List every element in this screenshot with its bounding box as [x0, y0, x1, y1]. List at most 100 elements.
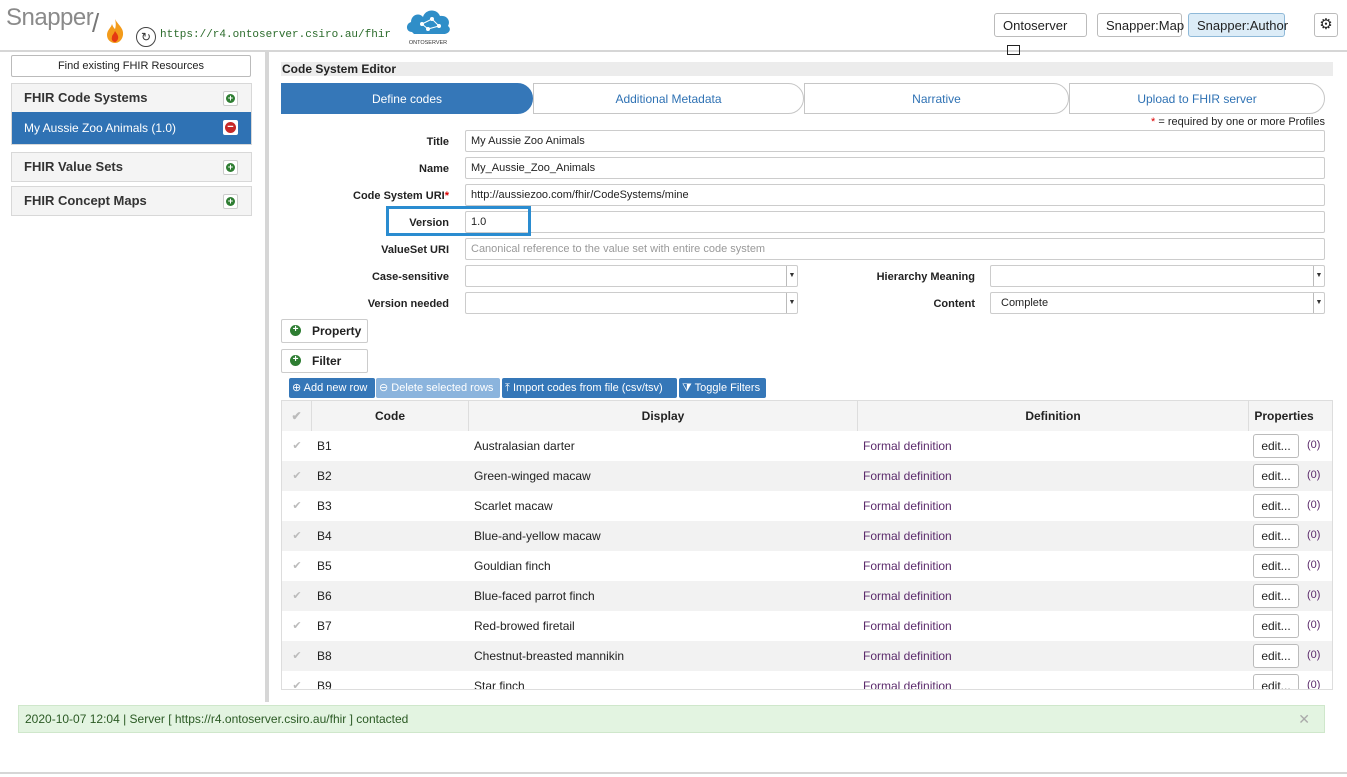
row-checkbox[interactable]: ✔ [282, 521, 312, 551]
table-row[interactable]: ✔ B6 Blue-faced parrot finch Formal definit… [282, 581, 1332, 611]
cell-definition[interactable]: Formal definition [858, 641, 1249, 671]
row-checkbox[interactable]: ✔ [282, 431, 312, 461]
cell-definition[interactable]: Formal definition [858, 671, 1249, 689]
remove-code-system-icon[interactable]: − [223, 120, 238, 135]
edit-properties-button[interactable]: edit... [1253, 434, 1299, 458]
chevron-down-icon: ▼ [1313, 293, 1324, 313]
cell-definition[interactable]: Formal definition [858, 611, 1249, 641]
row-checkbox[interactable]: ✔ [282, 461, 312, 491]
cell-code[interactable]: B8 [312, 641, 469, 671]
sidebar-divider[interactable] [265, 52, 269, 702]
cell-definition[interactable]: Formal definition [858, 461, 1249, 491]
add-value-set-icon[interactable]: + [223, 160, 238, 175]
tab-upload-fhir-server[interactable]: Upload to FHIR server [1069, 83, 1325, 114]
edit-properties-button[interactable]: edit... [1253, 614, 1299, 638]
edit-properties-button[interactable]: edit... [1253, 524, 1299, 548]
table-row[interactable]: ✔ B1 Australasian darter Formal definition e… [282, 431, 1332, 461]
tab-define-codes[interactable]: Define codes [281, 83, 533, 114]
toggle-filters-button[interactable]: ⧩ Toggle Filters [679, 378, 766, 398]
row-checkbox[interactable]: ✔ [282, 491, 312, 521]
concept-maps-header[interactable]: FHIR Concept Maps + [12, 187, 251, 215]
cell-definition[interactable]: Formal definition [858, 551, 1249, 581]
table-row[interactable]: ✔ B5 Gouldian finch Formal definition edit..… [282, 551, 1332, 581]
cell-display[interactable]: Chestnut-breasted mannikin [469, 641, 858, 671]
add-row-button[interactable]: ⊕ Add new row [289, 378, 375, 398]
title-field[interactable]: My Aussie Zoo Animals [465, 130, 1325, 152]
find-resources-button[interactable]: Find existing FHIR Resources [11, 55, 251, 77]
cell-code[interactable]: B6 [312, 581, 469, 611]
cell-code[interactable]: B2 [312, 461, 469, 491]
code-system-uri-field[interactable]: http://aussiezoo.com/fhir/CodeSystems/mi… [465, 184, 1325, 206]
case-sensitive-select[interactable]: ▼ [465, 265, 798, 287]
cell-code[interactable]: B3 [312, 491, 469, 521]
column-code[interactable]: Code [312, 401, 469, 431]
cell-display[interactable]: Blue-faced parrot finch [469, 581, 858, 611]
column-definition[interactable]: Definition [858, 401, 1249, 431]
table-header: ✔ Code Display Definition Properties [282, 401, 1332, 432]
add-concept-map-icon[interactable]: + [223, 194, 238, 209]
row-checkbox[interactable]: ✔ [282, 581, 312, 611]
edit-properties-button[interactable]: edit... [1253, 644, 1299, 668]
table-row[interactable]: ✔ B3 Scarlet macaw Formal definition edit...… [282, 491, 1332, 521]
cell-code[interactable]: B1 [312, 431, 469, 461]
cell-display[interactable]: Gouldian finch [469, 551, 858, 581]
delete-rows-button[interactable]: ⊖ Delete selected rows [376, 378, 500, 398]
cell-display[interactable]: Red-browed firetail [469, 611, 858, 641]
codes-table: ✔ Code Display Definition Properties ✔ B1… [281, 400, 1333, 690]
sidebar-item-my-aussie-zoo-animals[interactable]: My Aussie Zoo Animals (1.0) − [12, 112, 251, 144]
filter-button[interactable]: + Filter [281, 349, 368, 373]
snapper-map-button[interactable]: Snapper:Map [1097, 13, 1184, 37]
content-select[interactable]: Complete ▼ [990, 292, 1325, 314]
table-row[interactable]: ✔ B7 Red-browed firetail Formal definition e… [282, 611, 1332, 641]
cell-code[interactable]: B4 [312, 521, 469, 551]
edit-properties-button[interactable]: edit... [1253, 554, 1299, 578]
tab-additional-metadata[interactable]: Additional Metadata [533, 83, 804, 114]
table-row[interactable]: ✔ B4 Blue-and-yellow macaw Formal definitio… [282, 521, 1332, 551]
valueset-uri-field[interactable]: Canonical reference to the value set wit… [465, 238, 1325, 260]
cell-display[interactable]: Australasian darter [469, 431, 858, 461]
column-properties[interactable]: Properties [1249, 401, 1319, 431]
value-sets-header[interactable]: FHIR Value Sets + [12, 153, 251, 181]
row-checkbox[interactable]: ✔ [282, 611, 312, 641]
cell-definition[interactable]: Formal definition [858, 581, 1249, 611]
column-display[interactable]: Display [469, 401, 858, 431]
cell-code[interactable]: B5 [312, 551, 469, 581]
row-checkbox[interactable]: ✔ [282, 671, 312, 689]
snapper-author-button[interactable]: Snapper:Author [1188, 13, 1288, 37]
edit-properties-button[interactable]: edit... [1253, 584, 1299, 608]
version-field[interactable]: 1.0 [465, 211, 1325, 233]
edit-properties-button[interactable]: edit... [1253, 464, 1299, 488]
refresh-server-icon[interactable]: ↻ [136, 27, 156, 47]
hierarchy-meaning-select[interactable]: ▼ [990, 265, 1325, 287]
table-row[interactable]: ✔ B9 Star finch Formal definition edit... (0) [282, 671, 1332, 689]
table-row[interactable]: ✔ B2 Green-winged macaw Formal definition ed… [282, 461, 1332, 491]
code-systems-header[interactable]: FHIR Code Systems + [12, 84, 251, 112]
add-code-system-icon[interactable]: + [223, 91, 238, 106]
cell-definition[interactable]: Formal definition [858, 521, 1249, 551]
cell-definition[interactable]: Formal definition [858, 431, 1249, 461]
name-field[interactable]: My_Aussie_Zoo_Animals [465, 157, 1325, 179]
case-sensitive-label: Case-sensitive [371, 271, 449, 283]
row-checkbox[interactable]: ✔ [282, 641, 312, 671]
import-codes-button[interactable]: ⤒ Import codes from file (csv/tsv) [502, 378, 677, 398]
tab-narrative[interactable]: Narrative [804, 83, 1069, 114]
properties-count: (0) [1307, 649, 1321, 661]
cell-display[interactable]: Blue-and-yellow macaw [469, 521, 858, 551]
edit-properties-button[interactable]: edit... [1253, 494, 1299, 518]
cell-definition[interactable]: Formal definition [858, 491, 1249, 521]
ontoserver-button[interactable]: Ontoserver [994, 13, 1087, 55]
close-icon[interactable]: ✕ [1298, 706, 1310, 732]
select-all-checkbox[interactable]: ✔ [282, 401, 312, 431]
gear-icon[interactable]: ⚙ [1314, 13, 1338, 37]
cell-code[interactable]: B9 [312, 671, 469, 689]
cell-code[interactable]: B7 [312, 611, 469, 641]
table-row[interactable]: ✔ B8 Chestnut-breasted mannikin Formal defi… [282, 641, 1332, 671]
cell-display[interactable]: Star finch [469, 671, 858, 689]
cell-properties: edit... (0) [1249, 491, 1332, 521]
property-button[interactable]: + Property [281, 319, 368, 343]
cell-display[interactable]: Green-winged macaw [469, 461, 858, 491]
cell-display[interactable]: Scarlet macaw [469, 491, 858, 521]
version-needed-select[interactable]: ▼ [465, 292, 798, 314]
row-checkbox[interactable]: ✔ [282, 551, 312, 581]
edit-properties-button[interactable]: edit... [1253, 674, 1299, 689]
